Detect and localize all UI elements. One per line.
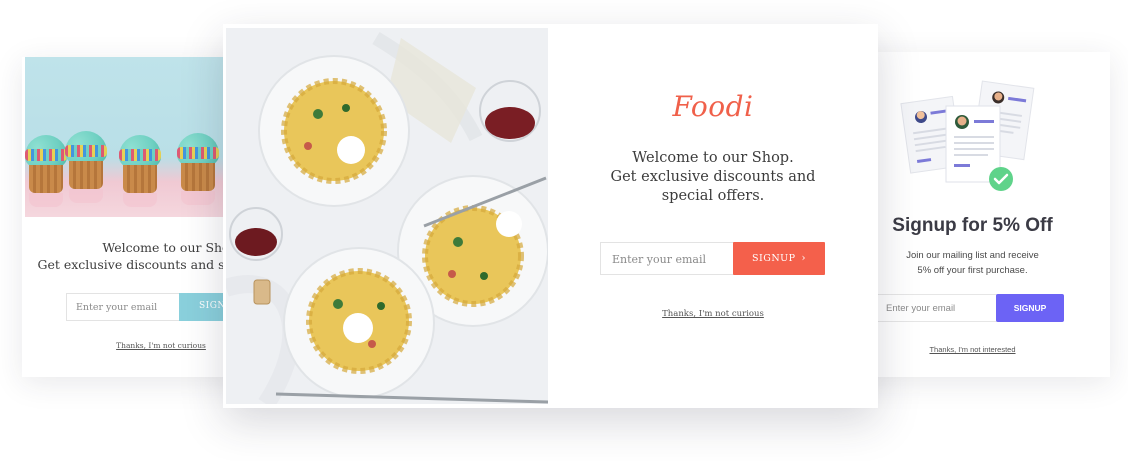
signup-button[interactable]: SIGNUP: [996, 294, 1064, 322]
signup-button[interactable]: SIGNUP ›: [733, 242, 825, 275]
brand-logo: Foodi: [672, 90, 754, 123]
signup-button-label: SIGNUP: [751, 253, 796, 264]
email-input[interactable]: Enter your email: [600, 242, 734, 275]
welcome-line: Get exclusive discounts and: [610, 169, 816, 185]
chevron-right-icon: ›: [801, 253, 807, 264]
decline-link[interactable]: Thanks, I'm not interested: [855, 345, 1090, 354]
popup-card-foodi: Foodi Welcome to our Shop. Get exclusive…: [223, 24, 878, 408]
pasta-dishes-image: [226, 28, 548, 404]
popup-title: Signup for 5% Off: [892, 215, 1053, 236]
cupcake-image: [63, 131, 109, 203]
pasta-photo: [226, 28, 548, 404]
description-line: 5% off your first purchase.: [917, 265, 1028, 276]
description-line: Join our mailing list and receive: [906, 250, 1039, 261]
welcome-text: Welcome to our Shop. Get exclusive disco…: [548, 149, 878, 206]
documents-checkmark-icon: [900, 80, 1035, 191]
email-input[interactable]: Enter your email: [66, 293, 180, 321]
popup-description: Join our mailing list and receive 5% off…: [855, 248, 1090, 278]
cupcakes-photo: [25, 57, 245, 217]
email-input[interactable]: Enter your email: [877, 294, 997, 322]
welcome-line: special offers.: [661, 188, 765, 204]
cupcake-image: [117, 135, 163, 207]
welcome-line: Welcome to our Shop.: [632, 150, 794, 166]
decline-link[interactable]: Thanks, I'm not curious: [548, 309, 878, 319]
cupcake-image: [175, 133, 221, 205]
